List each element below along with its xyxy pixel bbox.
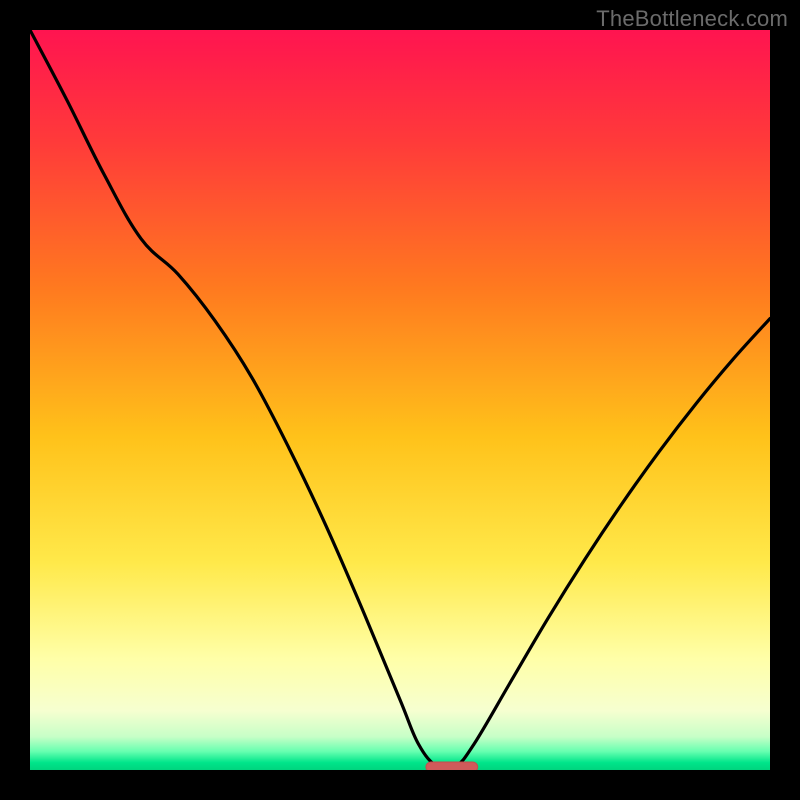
gradient-background (30, 30, 770, 770)
plot-area (30, 30, 770, 770)
minimum-marker (426, 762, 478, 770)
chart-frame: TheBottleneck.com (0, 0, 800, 800)
watermark-text: TheBottleneck.com (596, 6, 788, 32)
bottleneck-chart (30, 30, 770, 770)
